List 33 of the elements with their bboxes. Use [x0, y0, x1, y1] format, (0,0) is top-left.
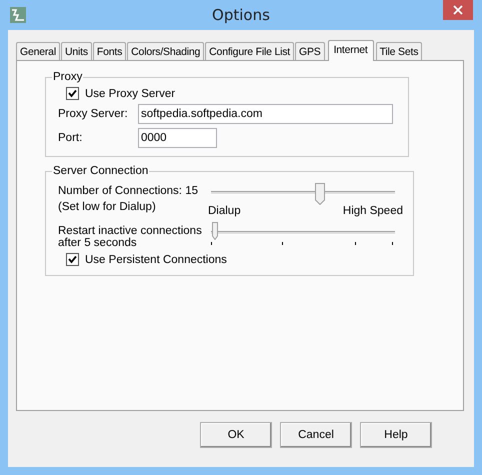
tab[interactable]: GPS	[295, 42, 325, 60]
hint-text: (Set low for Dialup)	[58, 201, 157, 213]
slider-thumb[interactable]	[212, 222, 218, 240]
group-title: Server Connection	[52, 165, 150, 177]
checkbox-label: Use Proxy Server	[85, 88, 176, 100]
tab[interactable]: Fonts	[92, 42, 126, 60]
tab[interactable]: Units	[60, 42, 92, 60]
tab[interactable]: Colors/Shading	[127, 42, 204, 60]
input-field[interactable]: 0000	[138, 128, 217, 148]
tab[interactable]: Tile Sets	[376, 42, 422, 60]
field-label: Proxy Server:	[58, 108, 129, 120]
field-label: Port:	[58, 132, 84, 144]
close-icon	[453, 5, 463, 15]
setting-label: Number of Connections: 15	[58, 185, 198, 197]
dialog-button[interactable]: OK	[200, 422, 272, 448]
dialog-button[interactable]: Cancel	[280, 422, 352, 448]
setting-label: Restart inactive connections after 5 seconds	[58, 225, 203, 249]
tab[interactable]: Internet	[328, 40, 374, 61]
input-field[interactable]: softpedia.softpedia.com	[138, 104, 393, 124]
scale-label: Dialup	[208, 205, 241, 217]
window-title: Options	[212, 6, 270, 24]
scale-label: High Speed	[342, 205, 403, 217]
tab[interactable]: Configure File List	[205, 42, 294, 60]
slider-thumb[interactable]	[314, 183, 325, 205]
slider[interactable]	[211, 225, 395, 243]
dialog-button[interactable]: Help	[360, 422, 432, 448]
checkbox[interactable]	[66, 253, 79, 266]
group-title: Proxy	[52, 71, 84, 83]
close-button[interactable]	[443, 0, 473, 20]
app-icon	[10, 7, 26, 23]
tab[interactable]: General	[16, 42, 60, 60]
checkbox[interactable]	[66, 87, 79, 100]
checkbox-label: Use Persistent Connections	[85, 254, 227, 266]
